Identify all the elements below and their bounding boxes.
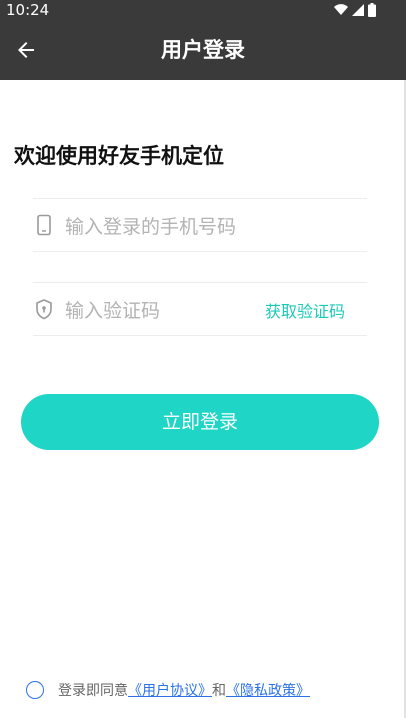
status-bar: 10:24: [0, 0, 406, 20]
app-bar: 用户登录: [0, 20, 406, 80]
agreement-prefix: 登录即同意: [58, 683, 128, 699]
agreement-row: 登录即同意 《用户协议》 和 《隐私政策》: [26, 680, 310, 700]
user-agreement-link[interactable]: 《用户协议》: [128, 680, 212, 700]
status-time: 10:24: [6, 1, 50, 19]
phone-icon: [37, 214, 51, 236]
phone-field[interactable]: 输入登录的手机号码: [33, 198, 367, 252]
privacy-policy-link[interactable]: 《隐私政策》: [226, 680, 310, 700]
battery-icon: [368, 3, 376, 17]
phone-input-placeholder[interactable]: 输入登录的手机号码: [65, 212, 236, 239]
agree-radio[interactable]: [26, 681, 44, 699]
get-code-button[interactable]: 获取验证码: [265, 298, 345, 322]
shield-icon: [36, 299, 52, 320]
login-button[interactable]: 立即登录: [21, 394, 379, 450]
wifi-icon: [334, 4, 348, 16]
code-field[interactable]: 输入验证码 获取验证码: [33, 282, 367, 336]
agreement-and: 和: [212, 683, 226, 699]
status-icons: [334, 3, 376, 17]
page-title: 用户登录: [161, 38, 245, 62]
signal-icon: [352, 4, 364, 16]
welcome-heading: 欢迎使用好友手机定位: [14, 144, 224, 168]
code-input-placeholder[interactable]: 输入验证码: [65, 296, 160, 323]
